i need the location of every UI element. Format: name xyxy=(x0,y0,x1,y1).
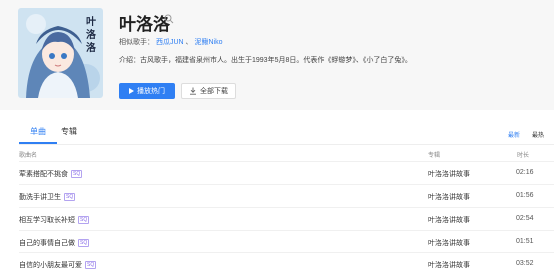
separator: 、 xyxy=(185,39,193,46)
song-row[interactable]: 勤洗手讲卫生 SQ 叶洛洛讲故事 01:56 xyxy=(19,184,554,207)
song-album[interactable]: 叶洛洛讲故事 xyxy=(428,169,470,179)
similar-artists-label: 相似歌手： xyxy=(119,39,154,46)
song-row[interactable]: 荤素搭配不挑食 SQ 叶洛洛讲故事 02:16 xyxy=(19,161,554,184)
download-all-button[interactable]: 全部下载 xyxy=(181,83,236,99)
sq-quality-badge: SQ xyxy=(64,193,76,201)
cover-calligraphy: 叶洛洛 xyxy=(86,17,96,54)
song-duration: 02:16 xyxy=(516,169,534,176)
similar-artists: 相似歌手： 西瓜JUN 、 泥鳅Niko xyxy=(119,37,223,47)
tab-albums[interactable]: 专辑 xyxy=(61,126,77,137)
sort-newest[interactable]: 最新 xyxy=(508,130,520,139)
song-row[interactable]: 自己的事情自己做 SQ 叶洛洛讲故事 01:51 xyxy=(19,230,554,253)
song-title[interactable]: 勤洗手讲卫生 xyxy=(19,192,61,202)
song-title[interactable]: 自信的小朋友最可爱 xyxy=(19,260,82,270)
sq-quality-badge: SQ xyxy=(78,239,90,247)
song-title[interactable]: 自己的事情自己做 xyxy=(19,238,75,248)
similar-artist-link[interactable]: 西瓜JUN xyxy=(156,39,184,46)
download-all-label: 全部下载 xyxy=(200,88,228,95)
artist-cover-image: 叶洛洛 xyxy=(18,8,103,98)
artist-name: 叶洛洛 xyxy=(119,15,170,34)
song-title[interactable]: 荤素搭配不挑食 xyxy=(19,169,68,179)
column-header-song: 歌曲名 xyxy=(19,153,38,159)
column-header-duration: 时长 xyxy=(517,153,530,159)
song-row[interactable]: 相互学习取长补短 SQ 叶洛洛讲故事 02:54 xyxy=(19,207,554,230)
artist-bio: 介绍：古风歌手，福建省泉州市人。出生于1993年5月8日。代表作《蜉蝣梦》、《小… xyxy=(119,57,412,64)
play-hot-label: 播放热门 xyxy=(137,88,165,95)
artist-header: 叶洛洛 叶洛洛 相似歌手： 西瓜JUN 、 泥鳅Niko 介绍：古风歌手，福建省… xyxy=(0,0,554,110)
song-duration: 03:52 xyxy=(516,260,534,267)
song-album[interactable]: 叶洛洛讲故事 xyxy=(428,238,470,248)
similar-artist-link[interactable]: 泥鳅Niko xyxy=(194,39,222,46)
song-duration: 02:54 xyxy=(516,215,534,222)
sq-quality-badge: SQ xyxy=(78,216,90,224)
sort-hottest[interactable]: 最热 xyxy=(532,130,544,139)
song-album[interactable]: 叶洛洛讲故事 xyxy=(428,260,470,270)
tab-singles[interactable]: 单曲 xyxy=(30,126,46,137)
song-duration: 01:56 xyxy=(516,192,534,199)
sq-quality-badge: SQ xyxy=(85,261,97,269)
play-hot-button[interactable]: 播放热门 xyxy=(119,83,175,99)
song-title[interactable]: 相互学习取长补短 xyxy=(19,215,75,225)
song-duration: 01:51 xyxy=(516,238,534,245)
download-icon xyxy=(190,87,196,95)
song-album[interactable]: 叶洛洛讲故事 xyxy=(428,192,470,202)
column-header-album: 专辑 xyxy=(428,153,441,159)
play-icon xyxy=(129,88,134,94)
song-row[interactable]: 自信的小朋友最可爱 SQ 叶洛洛讲故事 03:52 xyxy=(19,252,554,275)
sq-quality-badge: SQ xyxy=(71,170,83,178)
divider xyxy=(19,144,554,145)
search-icon[interactable] xyxy=(164,14,174,24)
song-album[interactable]: 叶洛洛讲故事 xyxy=(428,215,470,225)
